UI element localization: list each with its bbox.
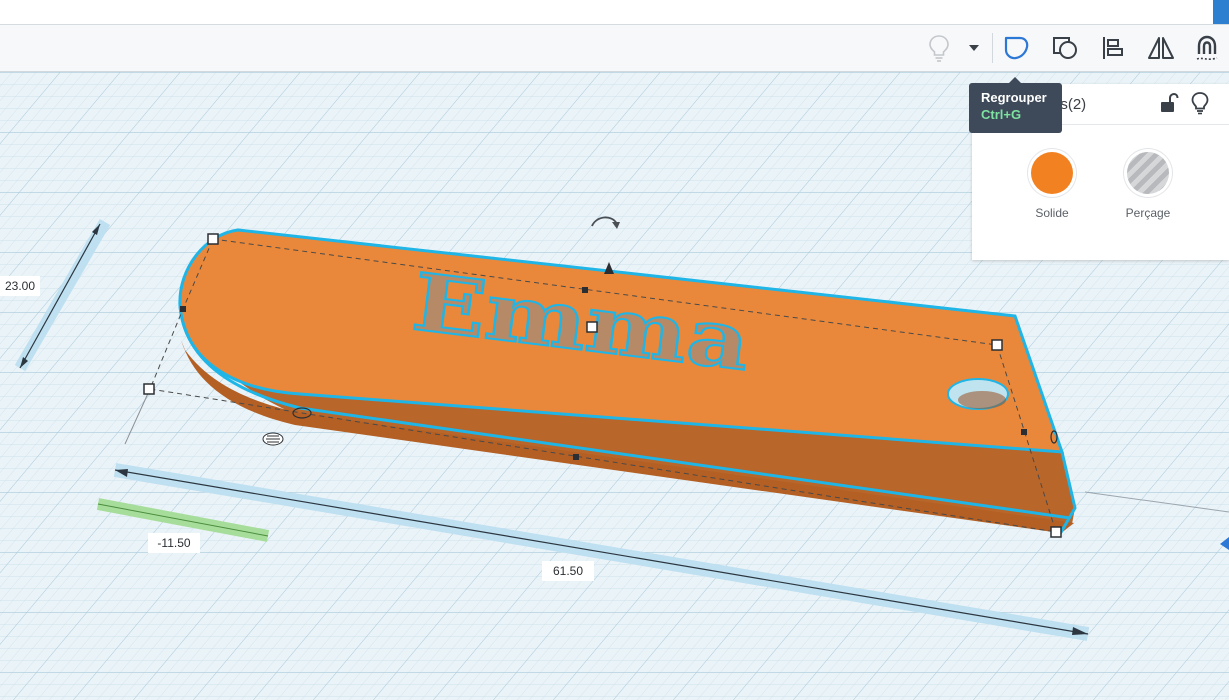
align-button[interactable] bbox=[1093, 30, 1133, 66]
tooltip-shortcut: Ctrl+G bbox=[981, 107, 1022, 122]
group-icon bbox=[1002, 35, 1030, 61]
magnet-icon bbox=[1193, 34, 1221, 62]
handle-mid-right[interactable] bbox=[1021, 429, 1027, 435]
mirror-icon bbox=[1146, 35, 1176, 61]
tooltip-arrow bbox=[1009, 77, 1021, 83]
browser-top-strip bbox=[0, 0, 1229, 25]
handle-bottom-right[interactable] bbox=[1050, 526, 1062, 538]
handle-mid-top[interactable] bbox=[582, 287, 588, 293]
dim-depth-label[interactable]: 23.00 bbox=[0, 276, 40, 296]
handle-center[interactable] bbox=[586, 321, 598, 333]
handle-top-left[interactable] bbox=[207, 233, 219, 245]
hole-label: Perçage bbox=[1125, 206, 1171, 220]
mirror-button[interactable] bbox=[1141, 30, 1181, 66]
dim-offset-label[interactable]: -11.50 bbox=[148, 533, 200, 553]
show-all-button[interactable] bbox=[919, 30, 959, 66]
handle-top-right[interactable] bbox=[991, 339, 1003, 351]
bulb-icon[interactable] bbox=[1189, 91, 1211, 115]
ungroup-button[interactable] bbox=[1045, 30, 1085, 66]
ungroup-icon bbox=[1051, 35, 1079, 61]
group-button[interactable] bbox=[996, 30, 1036, 66]
group-tooltip: Regrouper Ctrl+G bbox=[969, 77, 1062, 133]
solid-label: Solide bbox=[1035, 206, 1069, 220]
dim-length-label[interactable]: 61.50 bbox=[542, 561, 594, 581]
hole-swatch[interactable] bbox=[1127, 152, 1169, 194]
toolbar-divider bbox=[992, 33, 993, 63]
handle-mid-bottom[interactable] bbox=[573, 454, 579, 460]
handle-mid-left[interactable] bbox=[180, 306, 186, 312]
accent-strip bbox=[1213, 0, 1229, 24]
lock-icon[interactable] bbox=[1157, 92, 1179, 114]
visibility-dropdown[interactable] bbox=[957, 30, 991, 66]
toolbar bbox=[0, 25, 1229, 72]
keychain-hole-inner bbox=[958, 391, 1006, 409]
cruise-button[interactable] bbox=[1187, 30, 1227, 66]
solid-color-swatch[interactable] bbox=[1031, 152, 1073, 194]
align-icon bbox=[1101, 35, 1125, 61]
handle-bottom-left[interactable] bbox=[143, 383, 155, 395]
bulb-icon bbox=[928, 34, 950, 62]
tooltip-title: Regrouper bbox=[981, 90, 1047, 105]
chevron-down-icon bbox=[968, 44, 980, 52]
